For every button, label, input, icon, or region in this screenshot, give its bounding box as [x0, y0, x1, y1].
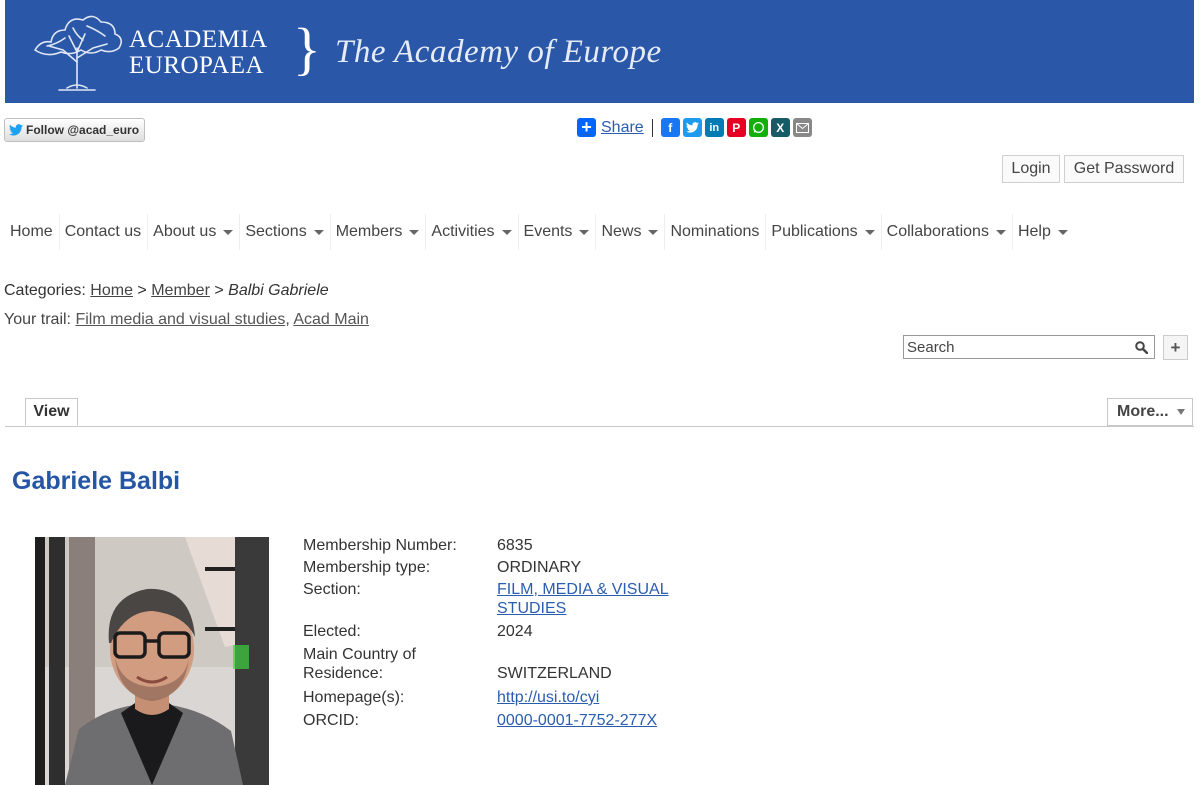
nav-label: Activities — [431, 223, 495, 240]
nav-label: Sections — [245, 223, 307, 240]
detail-value: http://usi.to/cyi — [497, 688, 599, 707]
main-nav: Home Contact us About us Sections Member… — [5, 214, 1074, 250]
caret-down-icon — [501, 229, 512, 235]
share-label: Share — [601, 118, 644, 136]
detail-label: Main Country of Residence: — [303, 646, 416, 682]
homepage-link[interactable]: http://usi.to/cyi — [497, 689, 599, 706]
nav-members[interactable]: Members — [331, 214, 427, 250]
twitter-follow-button[interactable]: Follow @acad_euro — [4, 118, 146, 142]
tab-view-label: View — [33, 403, 70, 420]
nav-nominations[interactable]: Nominations — [665, 214, 767, 250]
nav-help[interactable]: Help — [1013, 214, 1074, 250]
nav-sections[interactable]: Sections — [240, 214, 331, 250]
banner-tagline: The Academy of Europe — [335, 34, 662, 70]
detail-value: 6835 — [497, 537, 533, 554]
caret-down-icon — [223, 229, 234, 235]
nav-label: Help — [1017, 223, 1051, 240]
more-label: More... — [1117, 403, 1169, 420]
detail-value: SWITZERLAND — [497, 665, 612, 682]
nav-label: Home — [10, 223, 53, 240]
trail-comma: , — [285, 311, 290, 328]
email-icon[interactable] — [792, 118, 812, 137]
breadcrumb-separator: > — [214, 282, 224, 299]
nav-label: Events — [523, 223, 573, 240]
whatsapp-icon[interactable] — [748, 118, 768, 137]
orcid-link[interactable]: 0000-0001-7752-277X — [497, 712, 657, 729]
breadcrumb-home-link[interactable]: Home — [90, 282, 133, 299]
breadcrumb-separator: > — [137, 282, 147, 299]
caret-down-icon — [313, 229, 324, 235]
nav-home[interactable]: Home — [5, 214, 60, 250]
site-banner[interactable]: ACADEMIA EUROPAEA } The Academy of Europ… — [5, 0, 1194, 103]
nav-about-us[interactable]: About us — [148, 214, 241, 250]
xing-icon[interactable]: X — [770, 118, 790, 137]
nav-events[interactable]: Events — [519, 214, 597, 250]
breadcrumb-member-link[interactable]: Member — [151, 282, 210, 299]
add-icon[interactable]: + — [1163, 335, 1188, 360]
detail-label: Elected: — [303, 623, 361, 640]
login-button[interactable]: Login — [1002, 155, 1060, 183]
plus-share-icon: + — [577, 117, 596, 137]
breadcrumb-prefix: Categories: — [4, 282, 86, 299]
detail-label: Membership Number: — [303, 537, 457, 554]
more-menu-button[interactable]: More... — [1107, 398, 1193, 426]
trail-prefix: Your trail: — [4, 311, 71, 328]
tree-logo-icon — [33, 15, 123, 91]
nav-label: News — [601, 223, 642, 240]
member-photo — [35, 537, 269, 785]
facebook-icon[interactable]: f — [660, 118, 680, 137]
share-bar: + Share f in P X — [577, 117, 812, 137]
share-button[interactable]: + Share — [577, 117, 644, 137]
nav-label: About us — [153, 223, 217, 240]
nav-publications[interactable]: Publications — [766, 214, 882, 250]
user-trail: Your trail: Film media and visual studie… — [4, 311, 369, 329]
triangle-down-icon — [1177, 409, 1185, 415]
logo-line-1: ACADEMIA — [129, 26, 268, 53]
pinterest-icon[interactable]: P — [726, 118, 746, 137]
search-input[interactable] — [907, 337, 1127, 357]
detail-label: ORCID: — [303, 712, 359, 729]
logo-line-2: EUROPAEA — [129, 52, 265, 79]
trail-link-film-media[interactable]: Film media and visual studies — [75, 311, 285, 328]
tab-view[interactable]: View — [25, 398, 78, 426]
caret-down-icon — [1057, 229, 1068, 235]
detail-value: 0000-0001-7752-277X — [497, 711, 657, 730]
share-separator — [651, 118, 653, 137]
nav-activities[interactable]: Activities — [426, 214, 519, 250]
caret-down-icon — [995, 229, 1006, 235]
breadcrumb-current: Balbi Gabriele — [228, 282, 329, 299]
caret-down-icon — [579, 229, 590, 235]
detail-value: 2024 — [497, 623, 533, 640]
search-icon[interactable] — [1135, 341, 1148, 354]
twitter-bird-icon — [9, 124, 23, 136]
linkedin-icon[interactable]: in — [704, 118, 724, 137]
section-link[interactable]: FILM, MEDIA & VISUAL STUDIES — [497, 581, 669, 617]
detail-value: FILM, MEDIA & VISUAL STUDIES — [497, 580, 687, 618]
trail-link-acad-main[interactable]: Acad Main — [293, 311, 369, 328]
tab-divider — [5, 426, 1194, 427]
caret-down-icon — [409, 229, 420, 235]
member-name: Gabriele Balbi — [12, 467, 181, 495]
detail-value: ORDINARY — [497, 559, 582, 576]
nav-label: Nominations — [670, 223, 760, 240]
detail-label: Membership type: — [303, 559, 431, 576]
nav-collaborations[interactable]: Collaborations — [882, 214, 1013, 250]
academia-europaea-logo-text: ACADEMIA EUROPAEA — [129, 27, 268, 79]
breadcrumb: Categories: Home > Member > Balbi Gabrie… — [4, 282, 329, 300]
nav-label: Contact us — [64, 223, 142, 240]
nav-label: Members — [335, 223, 403, 240]
search-box — [903, 335, 1155, 359]
twitter-icon[interactable] — [682, 118, 702, 137]
detail-label: Section: — [303, 581, 361, 598]
nav-label: Publications — [771, 223, 858, 240]
caret-down-icon — [864, 229, 875, 235]
caret-down-icon — [648, 229, 659, 235]
nav-label: Collaborations — [886, 223, 989, 240]
logo-brace: } — [293, 16, 321, 81]
nav-news[interactable]: News — [596, 214, 666, 250]
detail-label: Homepage(s): — [303, 689, 405, 706]
get-password-button[interactable]: Get Password — [1064, 155, 1184, 183]
nav-contact-us[interactable]: Contact us — [60, 214, 149, 250]
follow-label: Follow @acad_euro — [26, 123, 140, 137]
